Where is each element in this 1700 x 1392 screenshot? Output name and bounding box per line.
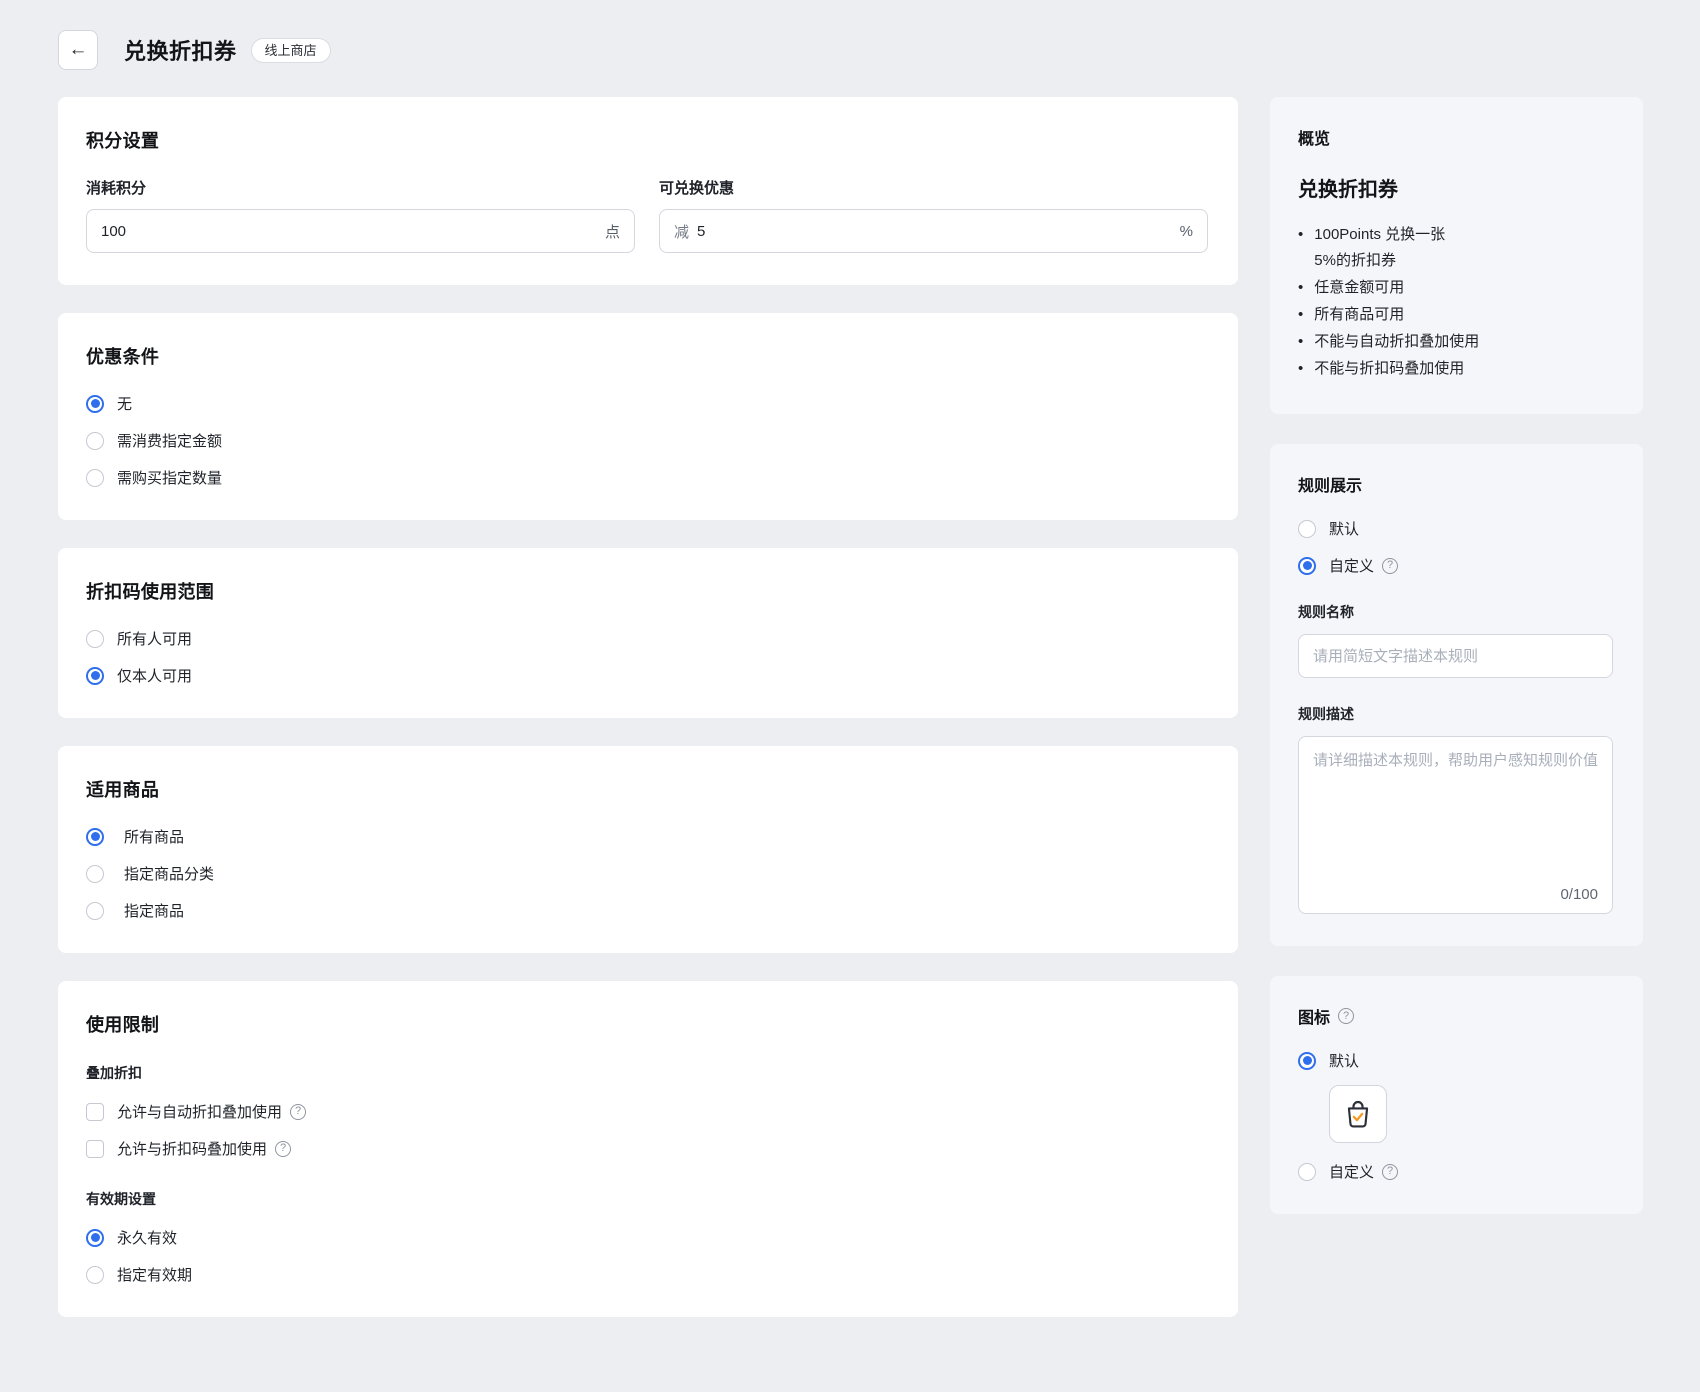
scope-option-owner-only[interactable]: 仅本人可用 (86, 665, 1208, 686)
radio-checked-icon (1298, 1051, 1316, 1070)
icon-option-custom[interactable]: 自定义 ? (1298, 1161, 1613, 1182)
overview-heading: 兑换折扣券 (1298, 179, 1398, 201)
consume-points-input[interactable] (101, 222, 597, 240)
radio-icon (1298, 1162, 1316, 1181)
card-title: 折扣码使用范围 (86, 582, 215, 602)
help-icon[interactable]: ? (290, 1103, 307, 1120)
products-option-categories[interactable]: 指定商品分类 (86, 863, 1208, 884)
stack-auto-discount-checkbox[interactable]: 允许与自动折扣叠加使用 ? (86, 1101, 1208, 1122)
overview-bullet: • 所有商品可用 (1298, 302, 1613, 328)
help-icon[interactable]: ? (1382, 1163, 1399, 1180)
help-icon[interactable]: ? (275, 1140, 292, 1157)
rule-name-input[interactable] (1298, 634, 1613, 678)
radio-icon (86, 629, 104, 648)
validity-option-specific[interactable]: 指定有效期 (86, 1264, 1208, 1285)
rule-name-label: 规则名称 (1298, 604, 1354, 620)
radio-icon (1298, 519, 1316, 538)
bullet-icon: • (1298, 226, 1304, 243)
rule-desc-box: 0/100 (1298, 736, 1613, 914)
stack-code-discount-checkbox[interactable]: 允许与折扣码叠加使用 ? (86, 1138, 1208, 1159)
page-title: 兑换折扣券 (124, 39, 237, 64)
radio-icon (86, 468, 104, 487)
redeem-discount-field: 可兑换优惠 减 % (659, 177, 1208, 253)
unit-suffix: 点 (604, 223, 620, 241)
help-icon[interactable]: ? (1382, 557, 1399, 574)
percent-suffix: % (1179, 222, 1193, 240)
back-button[interactable]: ← (58, 30, 98, 70)
rule-option-custom[interactable]: 自定义 ? (1298, 555, 1613, 576)
default-icon-preview[interactable] (1329, 1085, 1387, 1143)
bullet-icon: • (1298, 360, 1304, 377)
consume-points-field: 消耗积分 点 (86, 177, 635, 253)
redeem-coupon-page: ← 兑换折扣券 线上商店 积分设置 消耗积分 点 可 (0, 0, 1700, 1392)
applicable-products-card: 适用商品 所有商品 指定商品分类 指定商品 (58, 746, 1238, 953)
usage-limits-card: 使用限制 叠加折扣 允许与自动折扣叠加使用 ? 允许与折扣码叠加使用 ? 有效期… (58, 981, 1238, 1317)
field-label: 可兑换优惠 (659, 180, 735, 197)
main-column: 积分设置 消耗积分 点 可兑换优惠 减 % (58, 97, 1238, 1345)
radio-checked-icon (86, 394, 104, 413)
radio-icon (86, 431, 104, 450)
products-option-specific[interactable]: 指定商品 (86, 900, 1208, 921)
radio-icon (86, 1265, 104, 1284)
overview-bullet: • 不能与折扣码叠加使用 (1298, 356, 1613, 382)
condition-option-min-amount[interactable]: 需消费指定金额 (86, 430, 1208, 451)
radio-checked-icon (86, 1228, 104, 1247)
checkbox-icon (86, 1102, 104, 1121)
overview-bullet: • 不能与自动折扣叠加使用 (1298, 329, 1613, 355)
validity-settings-label: 有效期设置 (86, 1191, 156, 1207)
back-arrow-icon: ← (68, 39, 88, 60)
redeem-discount-input[interactable] (697, 222, 1172, 240)
icon-card-title: 图标 (1298, 1010, 1331, 1027)
rule-desc-textarea[interactable] (1299, 737, 1612, 873)
help-icon[interactable]: ? (1338, 1008, 1355, 1024)
store-badge: 线上商店 (250, 37, 331, 63)
rule-option-default[interactable]: 默认 (1298, 518, 1613, 539)
bullet-icon: • (1298, 333, 1304, 350)
bullet-icon: • (1298, 306, 1304, 323)
radio-checked-icon (86, 666, 104, 685)
overview-bullet-list: • 100Points 兑换一张 5%的折扣券 • 任意金额可用 • 所有商品可用 •… (1298, 222, 1613, 382)
rule-display-title: 规则展示 (1298, 478, 1363, 495)
shopping-bag-icon (1347, 1101, 1369, 1128)
minus-prefix: 减 (674, 223, 690, 241)
radio-checked-icon (1298, 556, 1316, 575)
card-title: 使用限制 (86, 1015, 160, 1035)
radio-icon (86, 901, 104, 920)
page-header: ← 兑换折扣券 线上商店 (0, 0, 1700, 72)
overview-bullet: • 任意金额可用 (1298, 275, 1613, 301)
icon-option-default[interactable]: 默认 (1298, 1050, 1613, 1071)
card-title: 积分设置 (86, 131, 160, 151)
radio-icon (86, 864, 104, 883)
code-scope-card: 折扣码使用范围 所有人可用 仅本人可用 (58, 548, 1238, 718)
redeem-discount-input-box: 减 % (659, 209, 1208, 253)
scope-option-everyone[interactable]: 所有人可用 (86, 628, 1208, 649)
condition-option-min-quantity[interactable]: 需购买指定数量 (86, 467, 1208, 488)
products-option-all[interactable]: 所有商品 (86, 826, 1208, 847)
overview-bullet: • 100Points 兑换一张 5%的折扣券 (1298, 222, 1613, 274)
consume-points-input-box: 点 (86, 209, 635, 253)
bullet-icon: • (1298, 279, 1304, 296)
card-title: 优惠条件 (86, 347, 160, 367)
radio-checked-icon (86, 827, 104, 846)
overview-title: 概览 (1298, 131, 1331, 148)
checkbox-icon (86, 1139, 104, 1158)
stack-discount-label: 叠加折扣 (86, 1065, 142, 1081)
overview-card: 概览 兑换折扣券 • 100Points 兑换一张 5%的折扣券 • 任意金额可用 … (1270, 97, 1643, 414)
points-settings-card: 积分设置 消耗积分 点 可兑换优惠 减 % (58, 97, 1238, 285)
field-label: 消耗积分 (86, 180, 147, 197)
icon-card: 图标 ? 默认 自定义 ? (1270, 976, 1643, 1214)
rule-desc-label: 规则描述 (1298, 706, 1354, 722)
char-counter: 0/100 (1560, 886, 1598, 903)
validity-option-forever[interactable]: 永久有效 (86, 1227, 1208, 1248)
discount-condition-card: 优惠条件 无 需消费指定金额 需购买指定数量 (58, 313, 1238, 520)
card-title: 适用商品 (86, 780, 160, 800)
condition-option-none[interactable]: 无 (86, 393, 1208, 414)
rule-display-card: 规则展示 默认 自定义 ? 规则名称 规则描述 (1270, 444, 1643, 946)
side-column: 概览 兑换折扣券 • 100Points 兑换一张 5%的折扣券 • 任意金额可用 … (1270, 97, 1643, 1244)
